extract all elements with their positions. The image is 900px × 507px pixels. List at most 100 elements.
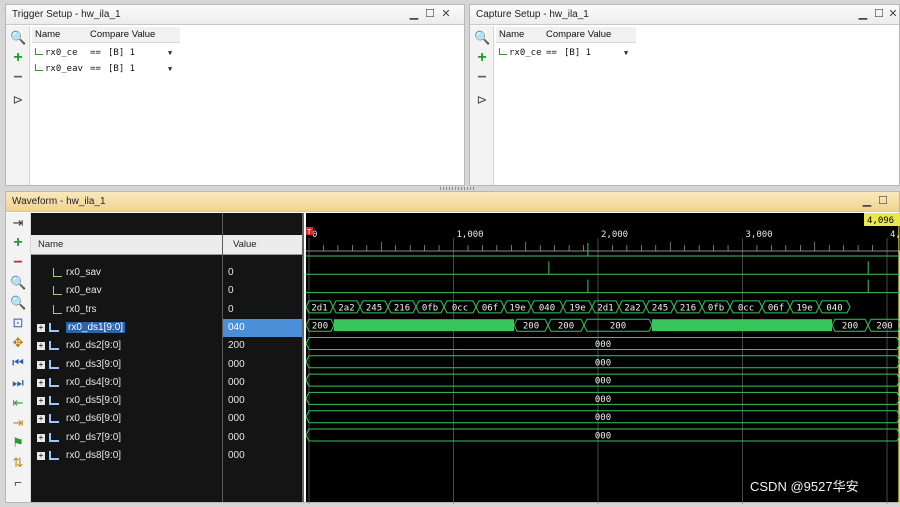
export-icon[interactable]: ⇥ (10, 215, 26, 231)
bus-segment-label: 200 (842, 322, 858, 332)
bus-segment-label: 000 (595, 340, 611, 350)
swap-icon[interactable]: ⇅ (10, 455, 26, 471)
bus-segment-label: 000 (595, 413, 611, 423)
signal-value-row[interactable]: 000 (223, 429, 302, 447)
bus-segment-label: 0fb (422, 303, 438, 313)
dropdown-arrow-icon[interactable]: ▼ (168, 65, 172, 73)
go-last-icon[interactable]: ⏭ (10, 375, 26, 391)
expand-icon[interactable]: + (37, 397, 45, 406)
add-icon[interactable]: + (474, 50, 490, 66)
expand-icon[interactable]: + (37, 433, 45, 442)
minimize-icon[interactable]: ▁ (857, 8, 869, 20)
maximize-icon[interactable]: ☐ (424, 8, 436, 20)
signal-row[interactable]: + rx0_ds3[9:0] (31, 356, 222, 374)
signal-value: 000 (228, 376, 245, 388)
trigger-row-value[interactable]: [B] 1 (108, 64, 135, 74)
signal-value-row[interactable]: 000 (223, 410, 302, 428)
signal-row[interactable]: + rx0_ds5[9:0] (31, 392, 222, 410)
maximize-icon[interactable]: ☐ (877, 195, 889, 207)
cursor-icon[interactable]: ✥ (10, 335, 26, 351)
add-icon[interactable]: + (10, 50, 26, 66)
capture-row-value[interactable]: [B] 1 (564, 48, 591, 58)
next-edge-icon[interactable]: ⇥ (10, 415, 26, 431)
search-icon[interactable]: 🔍 (474, 30, 490, 46)
expand-icon[interactable]: + (37, 452, 45, 460)
signal-value-row[interactable]: 0 (223, 264, 302, 282)
trigger-setup-title: Trigger Setup - hw_ila_1 (12, 9, 121, 20)
signal-row[interactable]: rx0_eav (31, 282, 222, 300)
bus-segment-label: 200 (558, 322, 574, 332)
dropdown-arrow-icon[interactable]: ▼ (168, 49, 172, 57)
dropdown-arrow-icon[interactable]: ▼ (624, 49, 628, 57)
signal-value-row[interactable]: 200 (223, 337, 302, 355)
go-first-icon[interactable]: ⏮ (10, 355, 26, 371)
bus-segment-label: 0fb (708, 303, 724, 313)
trigger-row[interactable]: rx0_ce == [B] 1 ▼ (32, 46, 180, 61)
minimize-icon[interactable]: ▁ (408, 8, 420, 20)
bus-dense-block (334, 319, 514, 332)
capture-row-op: == (546, 48, 557, 58)
zoom-in-icon[interactable]: 🔍 (10, 275, 26, 291)
signal-row[interactable]: + rx0_ds8[9:0] (31, 447, 222, 465)
gate-icon[interactable]: ⊳ (10, 92, 26, 108)
signal-row[interactable]: rx0_sav (31, 264, 222, 282)
waveform-toolbar: ⇥ + − 🔍 🔍 ⊡ ✥ ⏮ ⏭ ⇤ ⇥ ⚑ ⇅ ⌐ (6, 213, 31, 502)
bus-segment-label: 2a2 (624, 303, 640, 313)
bus-segment-label: 245 (652, 303, 668, 313)
signal-row[interactable]: rx0_trs (31, 301, 222, 319)
prev-edge-icon[interactable]: ⇤ (10, 395, 26, 411)
tick-label: 1,000 (457, 230, 484, 240)
add-marker-icon[interactable]: ⚑ (10, 435, 26, 451)
signal-value-row[interactable]: 000 (223, 374, 302, 392)
signal-row[interactable]: + rx0_ds2[9:0] (31, 337, 222, 355)
expand-icon[interactable]: + (37, 323, 45, 332)
signal-row[interactable]: + rx0_ds6[9:0] (31, 410, 222, 428)
name-header-label: Name (38, 239, 64, 250)
zoom-fit-icon[interactable]: ⊡ (10, 315, 26, 331)
signal-value-row[interactable]: 000 (223, 356, 302, 374)
expand-icon[interactable]: + (37, 378, 45, 387)
expand-icon[interactable]: + (37, 360, 45, 369)
capture-setup-titlebar: Capture Setup - hw_ila_1 ▁ ☐ ✕ (470, 5, 899, 25)
search-icon[interactable]: 🔍 (10, 30, 26, 46)
waveform-svg[interactable]: 0 1,000 2,000 3,000 4,T4,0962d1 2a2 245 216 0fb 0… (305, 213, 900, 504)
remove-icon[interactable]: − (474, 70, 490, 86)
remove-icon[interactable]: − (10, 255, 26, 271)
bus-icon (49, 341, 59, 351)
expand-icon[interactable]: + (37, 415, 45, 424)
maximize-icon[interactable]: ☐ (873, 8, 885, 20)
close-icon[interactable]: ✕ (440, 8, 452, 20)
remove-icon[interactable]: − (10, 70, 26, 86)
bus-segment-label: 200 (876, 322, 892, 332)
expand-icon[interactable]: + (37, 342, 45, 351)
bus-segment-label: 06f (482, 303, 498, 313)
trigger-row-value[interactable]: [B] 1 (108, 48, 135, 58)
signal-value-row[interactable]: 000 (223, 392, 302, 410)
signal-name: rx0_ds6[9:0] (66, 413, 122, 425)
horizontal-splitter[interactable] (440, 187, 476, 190)
capture-col-name: Name (499, 29, 525, 40)
zoom-out-icon[interactable]: 🔍 (10, 295, 26, 311)
gate-icon[interactable]: ⊳ (474, 92, 490, 108)
trigger-row[interactable]: rx0_eav == [B] 1 ▼ (32, 62, 180, 77)
signal-name: rx0_ds4[9:0] (66, 376, 122, 388)
signal-value: 0 (228, 285, 234, 297)
signal-row[interactable]: + rx0_ds7[9:0] (31, 429, 222, 447)
signal-row[interactable]: + rx0_ds1[9:0] (31, 319, 222, 337)
signal-value-row[interactable]: 0 (223, 282, 302, 300)
bus-icon (49, 432, 59, 442)
waveform-canvas[interactable]: 0 1,000 2,000 3,000 4, T 4,096 2d1 2a2 245 216 0fb 0… (305, 213, 900, 504)
signal-row[interactable]: + rx0_ds4[9:0] (31, 374, 222, 392)
trigger-row-name: rx0_eav (35, 64, 83, 74)
close-icon[interactable]: ✕ (887, 8, 899, 20)
bus-segment-label: 216 (394, 303, 410, 313)
minimize-icon[interactable]: ▁ (861, 195, 873, 207)
signal-value-row[interactable]: 040 (223, 318, 302, 337)
signal-value-row[interactable]: 0 (223, 301, 302, 319)
add-icon[interactable]: + (10, 235, 26, 251)
signal-value-row[interactable]: 000 (223, 447, 302, 465)
snap-icon[interactable]: ⌐ (10, 475, 26, 491)
bit-signal-icon (53, 286, 62, 296)
capture-setup-title: Capture Setup - hw_ila_1 (476, 9, 589, 20)
capture-row[interactable]: rx0_ce == [B] 1 ▼ (496, 46, 636, 61)
